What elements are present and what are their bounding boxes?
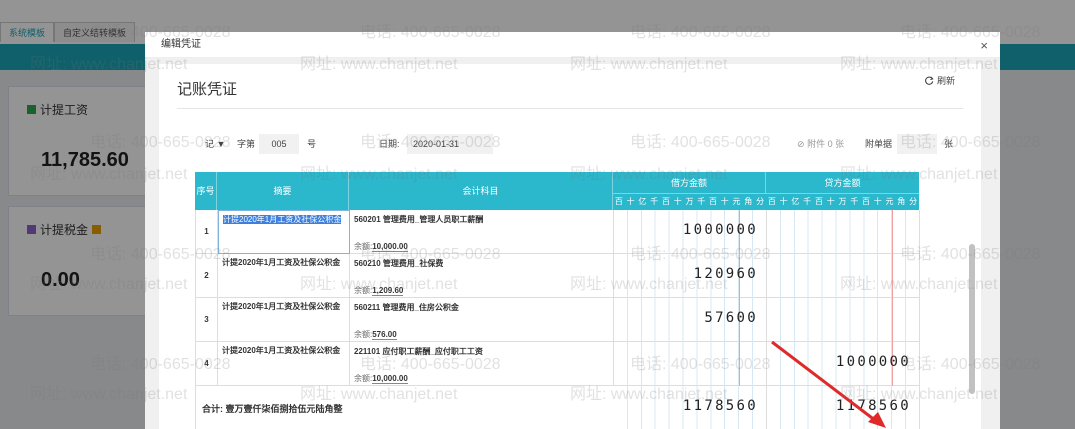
account-text: 560211 管理费用_住房公积金 <box>354 303 459 312</box>
digit-unit-label: 百 <box>614 197 623 206</box>
refresh-button[interactable]: 刷新 <box>925 74 955 87</box>
digit-unit-label: 十 <box>826 197 835 206</box>
account-cell[interactable]: 560211 管理费用_住房公积金 余额:576.00 <box>350 298 614 342</box>
digit-unit-label: 万 <box>838 197 847 206</box>
digit-unit-label: 亿 <box>791 197 800 206</box>
debit-amount: 1000000 <box>682 222 758 238</box>
scrollbar[interactable] <box>969 244 975 394</box>
digit-unit-label: 分 <box>756 197 765 206</box>
digit-unit-label: 百 <box>709 197 717 206</box>
attach-doc-count-input[interactable] <box>897 134 937 154</box>
hao-label: 号 <box>307 139 317 149</box>
header-account: 会计科目 <box>349 172 613 210</box>
account-cell[interactable]: 560210 管理费用_社保费 余额:1,209.60 <box>350 254 614 298</box>
header-credit: 贷方金额 <box>766 172 919 194</box>
voucher-word-select[interactable]: 记 ▼ <box>205 134 235 154</box>
header-debit: 借方金额 <box>613 172 766 194</box>
balance-value: 10,000.00 <box>372 374 408 384</box>
account-text: 221101 应付职工薪酬_应付职工工资 <box>354 347 483 356</box>
paperclip-icon: ⊘ <box>797 139 805 149</box>
digit-unit-label: 千 <box>697 197 706 206</box>
credit-cell[interactable] <box>767 254 920 298</box>
summary-text: 计提2020年1月工资及社保公积金 <box>223 215 342 224</box>
debit-digit-units: 百十亿千百十万千百十元角分 <box>613 194 766 210</box>
digit-unit-label: 元 <box>885 197 894 206</box>
digit-unit-label: 十 <box>873 197 882 206</box>
row-seq: 4 <box>196 342 218 386</box>
date-input[interactable]: 2020-01-31 <box>407 134 493 154</box>
debit-cell[interactable]: 57600 <box>614 298 767 342</box>
attach-doc-label: 附单据 <box>865 139 893 149</box>
close-icon[interactable]: × <box>980 38 988 53</box>
digit-unit-label: 百 <box>814 197 823 206</box>
zi-label: 字第 <box>237 139 256 149</box>
table-row[interactable]: 2 计提2020年1月工资及社保公积金 560210 管理费用_社保费 余额:1,… <box>195 254 920 298</box>
debit-amount: 57600 <box>704 310 758 326</box>
digit-unit-label: 千 <box>650 197 659 206</box>
summary-input[interactable]: 计提2020年1月工资及社保公积金 <box>218 210 350 254</box>
debit-cell[interactable]: 1000000 <box>614 210 767 254</box>
digit-unit-label: 百 <box>661 197 670 206</box>
digit-unit-label: 千 <box>803 197 812 206</box>
digit-unit-label: 十 <box>779 197 788 206</box>
row-seq: 1 <box>196 210 218 254</box>
digit-unit-label: 分 <box>909 197 918 206</box>
credit-cell[interactable] <box>767 210 920 254</box>
digit-unit-label: 元 <box>732 197 741 206</box>
refresh-label: 刷新 <box>936 76 955 86</box>
divider <box>177 108 963 109</box>
account-cell[interactable]: 221101 应付职工薪酬_应付职工工资 余额:10,000.00 <box>350 342 614 386</box>
digit-unit-label: 十 <box>673 197 682 206</box>
balance-value: 10,000.00 <box>372 242 408 252</box>
caret-down-icon: ▼ <box>216 139 226 149</box>
debit-cell[interactable]: 120960 <box>614 254 767 298</box>
table-header: 序号 摘要 会计科目 借方金额 贷方金额 百十亿千百十万千百十元角分 百十亿千百… <box>195 172 919 210</box>
table-row[interactable]: 3 计提2020年1月工资及社保公积金 560211 管理费用_住房公积金 余额:… <box>195 298 920 342</box>
voucher-number-input[interactable]: 005 <box>259 134 299 154</box>
digit-unit-label: 角 <box>744 197 753 206</box>
summary-cell[interactable]: 计提2020年1月工资及社保公积金 <box>218 254 350 298</box>
debit-amount: 120960 <box>693 266 758 282</box>
row-seq: 3 <box>196 298 218 342</box>
voucher-title: 记账凭证 <box>177 81 238 98</box>
dialog-title: 编辑凭证 <box>145 32 1000 58</box>
zhang-label: 张 <box>944 139 954 149</box>
refresh-icon <box>925 76 934 85</box>
table-row[interactable]: 1 计提2020年1月工资及社保公积金 560201 管理费用_管理人员职工薪酬… <box>195 210 920 254</box>
attachment-link[interactable]: ⊘ 附件 0 张 <box>797 134 844 154</box>
account-cell[interactable]: 560201 管理费用_管理人员职工薪酬 余额:10,000.00 <box>350 210 614 254</box>
credit-cell[interactable] <box>767 298 920 342</box>
header-summary: 摘要 <box>217 172 349 210</box>
total-debit-cell: 1178560 <box>614 386 767 429</box>
balance-value: 1,209.60 <box>372 286 404 296</box>
digit-unit-label: 十 <box>720 197 729 206</box>
row-seq: 2 <box>196 254 218 298</box>
balance-value: 576.00 <box>372 330 397 340</box>
total-debit-amount: 1178560 <box>682 398 758 414</box>
debit-cell[interactable] <box>614 342 767 386</box>
account-text: 560201 管理费用_管理人员职工薪酬 <box>354 215 484 224</box>
digit-unit-label: 百 <box>862 197 870 206</box>
digit-unit-label: 亿 <box>638 197 647 206</box>
header-seq: 序号 <box>195 172 217 210</box>
voucher-meta-bar: 记 ▼ 字第 005 号 日期: 2020-01-31 ⊘ 附件 0 张 附单据… <box>199 134 959 154</box>
date-label: 日期: <box>379 139 400 149</box>
credit-digit-units: 百十亿千百十万千百十元角分 <box>766 194 919 210</box>
digit-unit-label: 角 <box>897 197 906 206</box>
summary-cell[interactable]: 计提2020年1月工资及社保公积金 <box>218 298 350 342</box>
digit-unit-label: 百 <box>767 197 776 206</box>
digit-unit-label: 千 <box>850 197 859 206</box>
red-arrow-annotation <box>771 340 886 428</box>
total-label: 合计: 壹万壹仟柒佰捌拾伍元陆角整 <box>202 404 343 414</box>
digit-unit-label: 万 <box>685 197 694 206</box>
digit-unit-label: 十 <box>626 197 635 206</box>
summary-cell[interactable]: 计提2020年1月工资及社保公积金 <box>218 342 350 386</box>
account-text: 560210 管理费用_社保费 <box>354 259 444 268</box>
